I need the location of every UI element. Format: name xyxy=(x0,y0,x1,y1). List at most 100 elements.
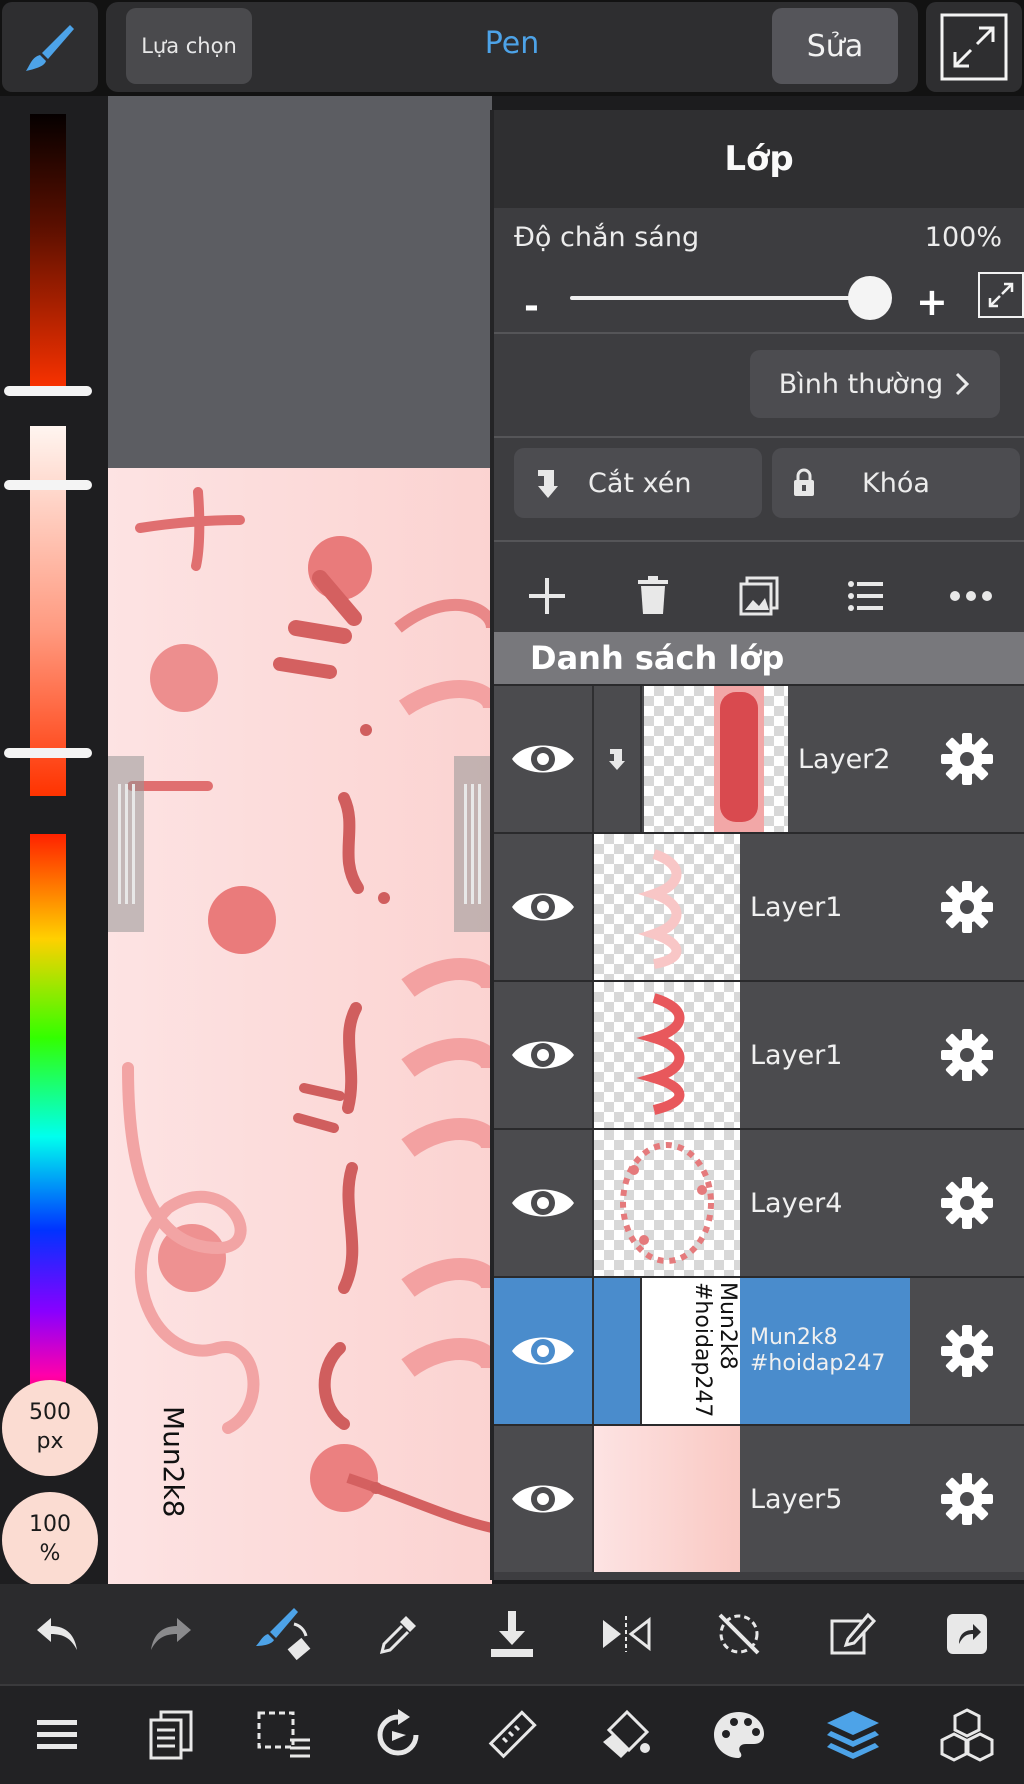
layer-list-button[interactable] xyxy=(825,556,905,636)
brush-opacity-button[interactable]: 100 % xyxy=(2,1492,98,1588)
layer-visibility-toggle[interactable] xyxy=(494,834,594,980)
eye-icon xyxy=(512,893,574,921)
flip-horizontal-icon xyxy=(602,1616,651,1652)
layer-row[interactable]: Layer5 xyxy=(494,1424,1024,1572)
material-button[interactable] xyxy=(586,1695,666,1775)
layer-thumbnail xyxy=(594,834,740,980)
blend-mode-button[interactable]: Bình thường xyxy=(750,350,1000,418)
eye-icon xyxy=(512,1189,574,1217)
layer-thumbnail-text: Mun2k8 #hoidap247 xyxy=(689,1282,740,1422)
top-bar: Lựa chọn Pen Sửa xyxy=(0,0,1024,96)
brightness-slider[interactable] xyxy=(30,114,66,394)
redo-button[interactable] xyxy=(131,1594,211,1674)
eyedropper-icon xyxy=(380,1616,417,1655)
brush-eraser-toggle-button[interactable] xyxy=(244,1594,324,1674)
image-icon xyxy=(739,576,779,616)
hamburger-icon xyxy=(36,1720,77,1749)
opacity-decrease-button[interactable]: - xyxy=(524,286,539,327)
rotate-canvas-button[interactable] xyxy=(358,1695,438,1775)
clipping-button[interactable]: Cắt xén xyxy=(514,448,762,518)
left-resize-handle[interactable] xyxy=(108,756,144,932)
layer-clip-cell xyxy=(594,1278,642,1424)
layer-name-line2: #hoidap247 xyxy=(750,1351,886,1376)
layer-row[interactable]: Layer1 xyxy=(494,832,1024,980)
layers-button[interactable] xyxy=(813,1695,893,1775)
layer-name: Layer1 xyxy=(750,891,843,923)
more-options-button[interactable] xyxy=(931,556,1011,636)
layer-settings-button[interactable] xyxy=(910,1426,1024,1572)
add-layer-button[interactable] xyxy=(507,556,587,636)
drawing-canvas[interactable]: Mun2k8 xyxy=(108,96,492,1584)
paint-bucket-icon xyxy=(602,1709,650,1758)
layer-settings-button[interactable] xyxy=(910,1130,1024,1276)
brightness-slider-handle[interactable] xyxy=(4,386,92,396)
layer-visibility-toggle[interactable] xyxy=(494,686,594,832)
opacity-increase-button[interactable]: + xyxy=(916,280,948,324)
edit-square-icon xyxy=(830,1612,877,1655)
redo-icon xyxy=(150,1618,191,1650)
clip-arrow-icon xyxy=(609,749,625,770)
share-button[interactable] xyxy=(927,1594,1007,1674)
undo-button[interactable] xyxy=(17,1594,97,1674)
right-resize-handle[interactable] xyxy=(454,756,490,932)
brush-tool-button[interactable] xyxy=(2,2,98,92)
opacity-expand-button[interactable] xyxy=(978,272,1024,318)
layer-settings-button[interactable] xyxy=(910,982,1024,1128)
lock-label: Khóa xyxy=(862,467,930,499)
layer-row-active[interactable]: Mun2k8 #hoidap247 Mun2k8 #hoidap247 xyxy=(494,1276,1024,1424)
ruler-icon xyxy=(488,1710,537,1759)
layer-name: Mun2k8 #hoidap247 xyxy=(740,1278,910,1424)
transform-edit-button[interactable] xyxy=(813,1594,893,1674)
layer-settings-button[interactable] xyxy=(910,834,1024,980)
list-icon xyxy=(848,581,883,611)
layer-visibility-toggle[interactable] xyxy=(494,1426,594,1572)
brush-size-value: 500 xyxy=(29,1400,71,1426)
reset-rotation-button[interactable] xyxy=(699,1594,779,1674)
undo-icon xyxy=(36,1618,77,1650)
layer-row[interactable]: Layer1 xyxy=(494,980,1024,1128)
more-icon xyxy=(950,591,992,601)
eye-icon xyxy=(512,1041,574,1069)
lock-button[interactable]: Khóa xyxy=(772,448,1020,518)
color-palette-button[interactable] xyxy=(699,1695,779,1775)
flip-canvas-button[interactable] xyxy=(586,1594,666,1674)
eyedropper-button[interactable] xyxy=(358,1594,438,1674)
layer-row[interactable]: Layer2 xyxy=(494,684,1024,832)
gear-icon xyxy=(941,1325,993,1377)
main-toolbar xyxy=(0,1684,1024,1784)
opacity-slider-knob[interactable] xyxy=(848,276,892,320)
hue-slider-handle[interactable] xyxy=(4,748,92,758)
delete-layer-button[interactable] xyxy=(613,556,693,636)
plus-icon xyxy=(529,578,565,614)
cubes-icon xyxy=(940,1708,994,1762)
color-sidebar: 500 px 100 % xyxy=(0,96,108,1588)
opacity-slider-track[interactable] xyxy=(570,296,870,300)
canvas-signature-text: Mun2k8 xyxy=(157,1406,190,1518)
edit-button[interactable]: Sửa xyxy=(772,8,898,84)
ruler-button[interactable] xyxy=(472,1695,552,1775)
rotate-icon xyxy=(377,1709,419,1756)
saturation-slider-handle[interactable] xyxy=(4,480,92,490)
brush-opacity-unit: % xyxy=(39,1541,61,1566)
palette-icon xyxy=(714,1712,765,1758)
hue-slider[interactable] xyxy=(30,834,66,1416)
action-toolbar xyxy=(0,1584,1024,1684)
save-download-button[interactable] xyxy=(472,1594,552,1674)
menu-button[interactable] xyxy=(17,1695,97,1775)
selection-button[interactable] xyxy=(244,1695,324,1775)
brush-icon xyxy=(26,25,74,71)
clip-arrow-icon xyxy=(538,470,558,498)
3d-model-button[interactable] xyxy=(927,1695,1007,1775)
thumbnail-text-line2: #hoidap247 xyxy=(689,1282,715,1418)
layer-row[interactable]: Layer4 xyxy=(494,1128,1024,1276)
layer-settings-button[interactable] xyxy=(910,1278,1024,1424)
layer-visibility-toggle[interactable] xyxy=(494,1130,594,1276)
layer-visibility-toggle[interactable] xyxy=(494,982,594,1128)
fullscreen-button[interactable] xyxy=(926,2,1022,92)
import-image-layer-button[interactable] xyxy=(719,556,799,636)
layer-visibility-toggle[interactable] xyxy=(494,1278,594,1424)
layer-settings-button[interactable] xyxy=(910,686,1024,832)
brush-size-button[interactable]: 500 px xyxy=(2,1380,98,1476)
pages-button[interactable] xyxy=(131,1695,211,1775)
layer-name: Layer1 xyxy=(750,1039,843,1071)
